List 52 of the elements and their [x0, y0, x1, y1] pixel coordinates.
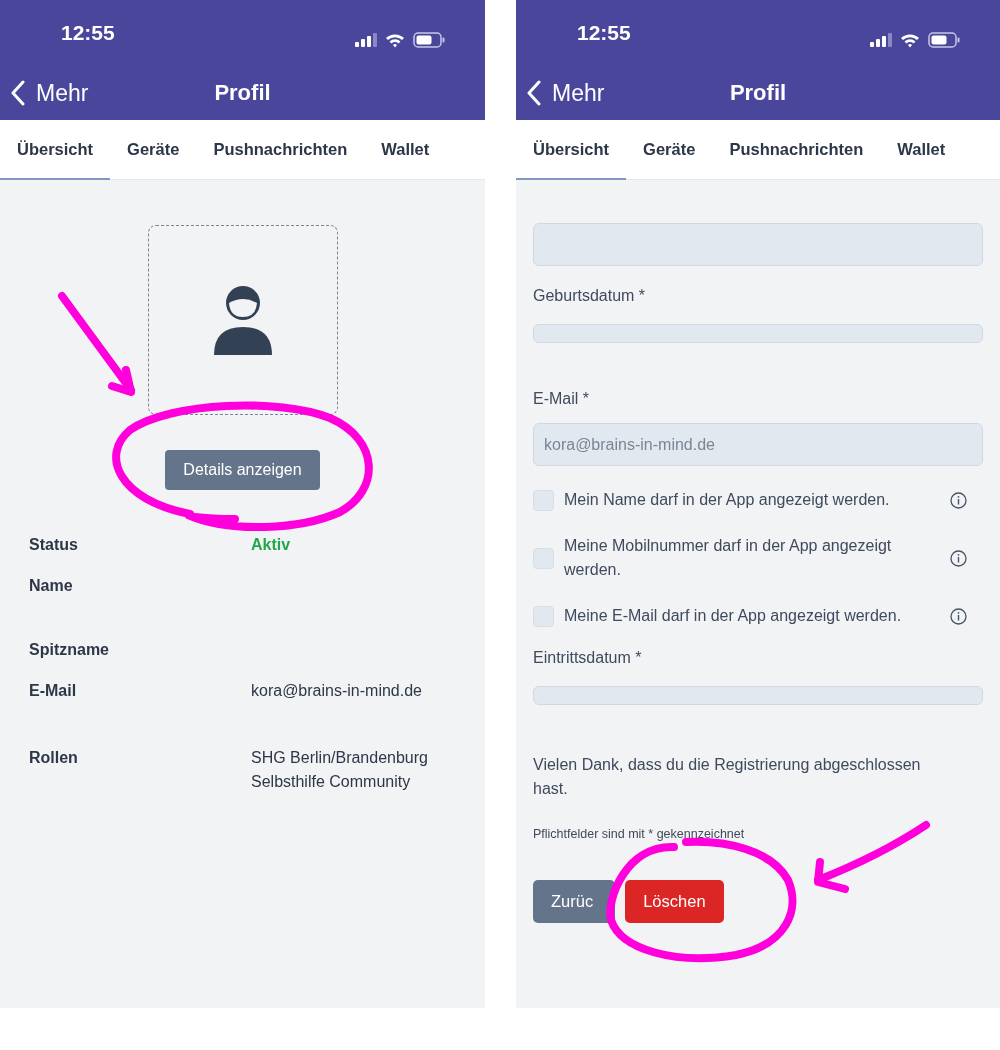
chevron-left-icon	[526, 80, 542, 107]
field-label: Eintrittsdatum *	[533, 648, 643, 668]
battery-icon	[413, 32, 445, 48]
back-button[interactable]: Zurüc	[533, 879, 616, 923]
page-title: Profil	[214, 79, 271, 107]
details-button[interactable]: Details anzeigen	[165, 450, 320, 490]
required-note: Pflichtfelder sind mit * gekennzeichnet	[533, 826, 746, 843]
delete-button[interactable]: Löschen	[625, 879, 724, 923]
battery-icon	[928, 32, 960, 48]
checkbox-label: Meine Mobilnummer darf in der App angezeigt werden.	[564, 536, 893, 580]
status-time: 12:55	[577, 19, 631, 46]
page-title: Profil	[729, 79, 787, 107]
chevron-left-icon	[10, 80, 26, 107]
tab[interactable]: Wallet	[880, 120, 963, 180]
status-time: 12:55	[61, 19, 115, 46]
person-icon	[211, 285, 274, 355]
input-field[interactable]	[533, 223, 983, 266]
tab[interactable]: Pushnachrichten	[712, 120, 881, 180]
checkbox[interactable]	[533, 547, 554, 569]
signal-icon	[870, 33, 892, 47]
checkbox[interactable]	[533, 605, 554, 627]
wifi-icon	[900, 32, 920, 48]
tab[interactable]: Pushnachrichten	[196, 120, 365, 180]
tab[interactable]: Übersicht	[516, 120, 627, 180]
thank-you-text: Vielen Dank, dass du die Registrierung abgeschlossen hast.	[533, 755, 922, 799]
info-value: kora@brains-in-mind.de	[251, 681, 423, 701]
back-button[interactable]: Mehr	[10, 76, 89, 111]
checkbox[interactable]	[533, 489, 554, 511]
signal-icon	[355, 33, 377, 47]
date-field[interactable]	[533, 686, 983, 705]
tab[interactable]: Wallet	[364, 120, 447, 180]
status-value: Aktiv	[251, 535, 292, 555]
date-field[interactable]	[533, 324, 983, 343]
tab[interactable]: Geräte	[626, 120, 713, 180]
checkbox-label: Mein Name darf in der App angezeigt werden.	[564, 490, 891, 510]
checkbox-label: Meine E-Mail darf in der App angezeigt werden.	[564, 606, 903, 626]
info-label: Rollen	[29, 748, 79, 768]
info-label: Status	[29, 535, 79, 555]
info-icon	[950, 607, 967, 625]
info-label: Name	[29, 576, 74, 596]
back-button[interactable]: Mehr	[526, 76, 605, 111]
info-icon	[950, 491, 967, 509]
info-label: E-Mail	[29, 681, 78, 701]
info-icon	[950, 549, 967, 567]
field-label: Geburtsdatum *	[533, 286, 647, 306]
wifi-icon	[385, 32, 405, 48]
field-label: E-Mail *	[533, 389, 590, 409]
tab[interactable]: Übersicht	[0, 120, 111, 180]
avatar-placeholder[interactable]	[147, 225, 338, 415]
tab[interactable]: Geräte	[110, 120, 197, 180]
info-label: Spitzname	[29, 640, 110, 660]
info-value: SHG Berlin/Brandenburg Selbsthilfe Community	[251, 748, 429, 792]
